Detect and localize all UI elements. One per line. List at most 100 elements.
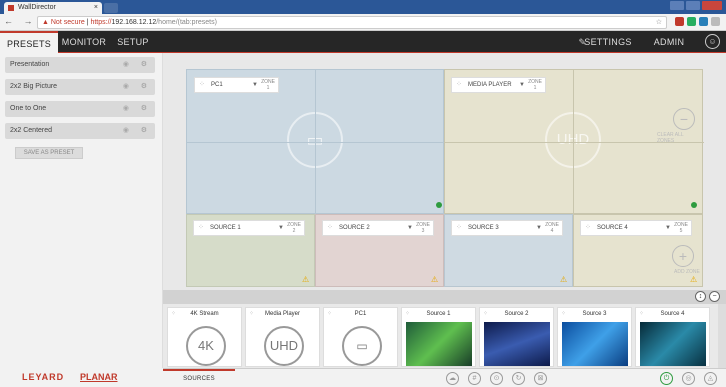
drag-handle-icon[interactable]: ⁘: [198, 221, 204, 235]
zone-source-name: SOURCE 4: [597, 225, 628, 231]
source-name: Source 4: [660, 311, 685, 317]
clear-zones-icon[interactable]: −: [673, 108, 695, 130]
source-card[interactable]: ⁘ Source 1: [401, 307, 476, 367]
eye-icon[interactable]: ◉: [123, 101, 129, 117]
tab-close-icon[interactable]: ×: [94, 2, 98, 14]
zone-card[interactable]: ⁘ PC1 ▼ ZONE 1: [194, 77, 279, 93]
source-card[interactable]: ⁘ Source 3: [557, 307, 632, 367]
eye-icon[interactable]: ◉: [123, 123, 129, 139]
tab-monitor[interactable]: MONITOR: [58, 31, 110, 53]
url-field[interactable]: ▲ Not secure | https://192.168.12.12/hom…: [37, 16, 667, 29]
preset-item[interactable]: One to One ◉ ⚙: [5, 101, 155, 117]
tab-setup[interactable]: SETUP: [110, 31, 156, 53]
zone-card[interactable]: ⁘ SOURCE 2 ▼ ZONE 3: [322, 220, 434, 236]
minimize-button[interactable]: [670, 1, 684, 10]
pc-icon: ▭: [342, 326, 382, 366]
warning-icon: ⚠: [690, 275, 698, 284]
leyard-logo: LEYARD: [22, 372, 65, 382]
chevron-down-icon[interactable]: ▼: [665, 221, 671, 235]
zone-area-media-player[interactable]: ⁘ MEDIA PLAYER ▼ ZONE 1 UHD − CLEAR ALL Z…: [444, 69, 704, 215]
browser-tab[interactable]: WallDirector ×: [4, 2, 102, 14]
eye-icon[interactable]: ◉: [123, 57, 129, 73]
user-icon[interactable]: ☺: [705, 34, 720, 49]
window-close-button[interactable]: [702, 1, 722, 10]
gear-icon[interactable]: ⚙: [141, 123, 147, 139]
search-icon[interactable]: ⊙: [490, 372, 503, 385]
zone-area-source-3[interactable]: ⁘ SOURCE 3 ▼ ZONE 4 ⚠: [444, 214, 573, 287]
preset-item[interactable]: 2x2 Big Picture ◉ ⚙: [5, 79, 155, 95]
source-name: 4K Stream: [190, 311, 219, 317]
drag-handle-icon[interactable]: ⁘: [456, 78, 462, 92]
zone-source-name: SOURCE 3: [468, 225, 499, 231]
chevron-down-icon[interactable]: ▼: [407, 221, 413, 235]
clear-zones-label: CLEAR ALL ZONES: [657, 132, 684, 144]
extension-icon[interactable]: [699, 17, 708, 26]
add-zone-icon[interactable]: +: [672, 245, 694, 267]
power-icon[interactable]: ⏻: [660, 372, 673, 385]
zone-card[interactable]: ⁘ SOURCE 4 ▼ ZONE 5: [580, 220, 692, 236]
address-bar-row: ← → C ▲ Not secure | https://192.168.12.…: [0, 14, 726, 31]
chevron-down-icon[interactable]: ▼: [519, 78, 525, 92]
extension-icon[interactable]: [687, 17, 696, 26]
menu-icon[interactable]: [711, 17, 720, 26]
planar-logo: PLANAR: [80, 372, 118, 382]
settings-button[interactable]: SETTINGS: [578, 31, 638, 53]
preset-label: 2x2 Big Picture: [10, 83, 58, 90]
info-icon[interactable]: ◬: [704, 372, 717, 385]
uhd-icon: UHD: [264, 326, 304, 366]
source-thumbnail: [640, 322, 706, 366]
warning-icon: ⚠: [431, 275, 439, 284]
zone-card[interactable]: ⁘ MEDIA PLAYER ▼ ZONE 1: [451, 77, 546, 93]
rotate-icon[interactable]: ↻: [512, 372, 525, 385]
gear-icon[interactable]: ⚙: [141, 79, 147, 95]
source-card[interactable]: ⁘ 4K Stream 4K: [167, 307, 242, 367]
bookmark-star-icon[interactable]: ☆: [656, 17, 662, 28]
zone-area-source-2[interactable]: ⁘ SOURCE 2 ▼ ZONE 3 ⚠: [315, 214, 444, 287]
resize-icon[interactable]: ↕: [695, 291, 706, 302]
admin-button[interactable]: ADMIN: [644, 31, 694, 53]
brand-logo: LEYARD PLANAR: [0, 368, 163, 387]
source-card[interactable]: ⁘ PC1 ▭: [323, 307, 398, 367]
drag-handle-icon[interactable]: ⁘: [199, 78, 205, 92]
gear-icon[interactable]: ⚙: [141, 101, 147, 117]
record-icon[interactable]: ◎: [682, 372, 695, 385]
drag-handle-icon[interactable]: ⁘: [327, 221, 333, 235]
collapse-icon[interactable]: −: [709, 291, 720, 302]
warning-icon: ⚠: [560, 275, 568, 284]
zone-area-source-1[interactable]: ⁘ SOURCE 1 ▼ ZONE 2 ⚠: [186, 214, 315, 287]
extension-icons: [675, 17, 720, 26]
eye-icon[interactable]: ◉: [123, 79, 129, 95]
source-name: Media Player: [264, 311, 300, 317]
zone-card[interactable]: ⁘ SOURCE 3 ▼ ZONE 4: [451, 220, 563, 236]
new-tab-button[interactable]: [104, 3, 118, 13]
extension-icon[interactable]: [675, 17, 684, 26]
source-card[interactable]: ⁘ Source 2: [479, 307, 554, 367]
sources-panel: ⁘ 4K Stream 4K ⁘ Media Player UHD ⁘ PC1 …: [163, 304, 726, 368]
video-wall: ⁘ PC1 ▼ ZONE 1 ▭ ⁘ MEDIA PLAYER ▼ ZONE 1 U…: [186, 69, 704, 287]
status-dot: [691, 202, 697, 208]
sources-scrollbar[interactable]: [718, 304, 726, 368]
crop-icon[interactable]: ⊠: [534, 372, 547, 385]
zone-area-pc1[interactable]: ⁘ PC1 ▼ ZONE 1 ▭: [186, 69, 445, 215]
source-card[interactable]: ⁘ Source 4: [635, 307, 710, 367]
tab-presets[interactable]: PRESETS: [0, 31, 58, 53]
preset-item[interactable]: Presentation ◉ ⚙: [5, 57, 155, 73]
warning-icon: ⚠: [302, 275, 310, 284]
maximize-button[interactable]: [686, 1, 700, 10]
cloud-icon[interactable]: ☁: [446, 372, 459, 385]
drag-handle-icon[interactable]: ⁘: [585, 221, 591, 235]
grid-icon[interactable]: #: [468, 372, 481, 385]
zone-area-source-4[interactable]: ⁘ SOURCE 4 ▼ ZONE 5 + ADD ZONE ⚠: [573, 214, 703, 287]
preset-item[interactable]: 2x2 Centered ◉ ⚙: [5, 123, 155, 139]
chevron-down-icon[interactable]: ▼: [252, 78, 258, 92]
browser-tab-strip: WallDirector ×: [0, 0, 726, 14]
zone-card[interactable]: ⁘ SOURCE 1 ▼ ZONE 2: [193, 220, 305, 236]
save-as-preset-button[interactable]: SAVE AS PRESET: [15, 147, 83, 159]
chevron-down-icon[interactable]: ▼: [536, 221, 542, 235]
source-card[interactable]: ⁘ Media Player UHD: [245, 307, 320, 367]
chevron-down-icon[interactable]: ▼: [278, 221, 284, 235]
tab-sources[interactable]: SOURCES: [163, 369, 235, 387]
drag-handle-icon[interactable]: ⁘: [456, 221, 462, 235]
gear-icon[interactable]: ⚙: [141, 57, 147, 73]
preset-label: 2x2 Centered: [10, 127, 53, 134]
